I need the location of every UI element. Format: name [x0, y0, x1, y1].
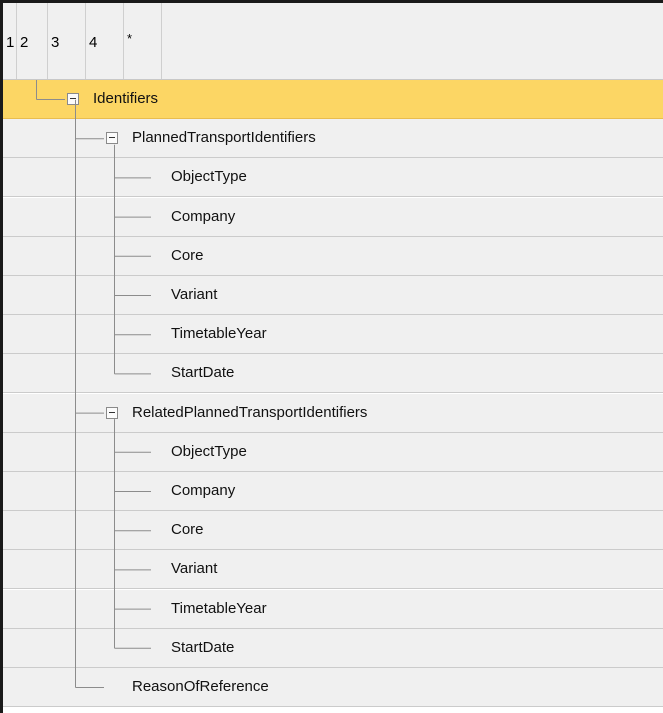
- collapse-toggle-icon[interactable]: [106, 406, 118, 419]
- tree-row-label: TimetableYear: [171, 325, 267, 343]
- collapse-toggle-icon[interactable]: [67, 93, 79, 105]
- outline-level-bar: 1 2 3 4 *: [3, 3, 663, 80]
- expand-all-button[interactable]: *: [124, 3, 162, 79]
- tree-row-label: ObjectType: [171, 442, 247, 460]
- tree-row[interactable]: Variant: [3, 550, 663, 590]
- tree-row[interactable]: StartDate: [3, 628, 663, 668]
- tree-row-label: Company: [171, 482, 236, 499]
- tree-row-label: RelatedPlannedTransportIdentifiers: [132, 403, 368, 421]
- tree-row[interactable]: ObjectType: [3, 432, 663, 472]
- tree-row-label: PlannedTransportIdentifiers: [132, 129, 316, 147]
- tree-row[interactable]: TimetableYear: [3, 589, 663, 629]
- tree-row-label: StartDate: [171, 638, 235, 656]
- tree-row-label: ObjectType: [171, 168, 247, 186]
- tree-row[interactable]: Identifiers: [3, 80, 663, 119]
- tree-row-label: Variant: [171, 560, 218, 578]
- level-4-button[interactable]: 4: [86, 3, 124, 79]
- tree-row-label: Identifiers: [93, 90, 159, 107]
- tree-row[interactable]: Company: [3, 472, 663, 511]
- tree-row-label: ReasonOfReference: [132, 678, 269, 695]
- tree-row[interactable]: ObjectType: [3, 158, 663, 198]
- tree-row[interactable]: PlannedTransportIdentifiers: [3, 119, 663, 159]
- tree-row[interactable]: Company: [3, 197, 663, 237]
- tree-row[interactable]: StartDate: [3, 354, 663, 394]
- level-2-button[interactable]: 2: [17, 3, 48, 79]
- level-1-button[interactable]: 1: [3, 3, 17, 79]
- tree-row-label: Core: [171, 246, 204, 264]
- tree-row[interactable]: ReasonOfReference: [3, 668, 663, 707]
- tree-row[interactable]: Core: [3, 236, 663, 276]
- collapse-toggle-icon[interactable]: [106, 132, 118, 145]
- level-3-button[interactable]: 3: [48, 3, 86, 79]
- tree-row[interactable]: Core: [3, 511, 663, 551]
- tree-row[interactable]: Variant: [3, 276, 663, 315]
- tree-row-label: Core: [171, 521, 204, 539]
- tree-row-label: Variant: [171, 286, 218, 303]
- tree-row[interactable]: RelatedPlannedTransportIdentifiers: [3, 393, 663, 433]
- tree-row[interactable]: TimetableYear: [3, 315, 663, 355]
- tree-row-label: TimetableYear: [171, 599, 267, 617]
- tree-row-label: StartDate: [171, 364, 235, 382]
- outline-tree-panel: 1 2 3 4 * Identifiers PlannedTransportIde…: [0, 0, 663, 713]
- tree-row-label: Company: [171, 207, 236, 225]
